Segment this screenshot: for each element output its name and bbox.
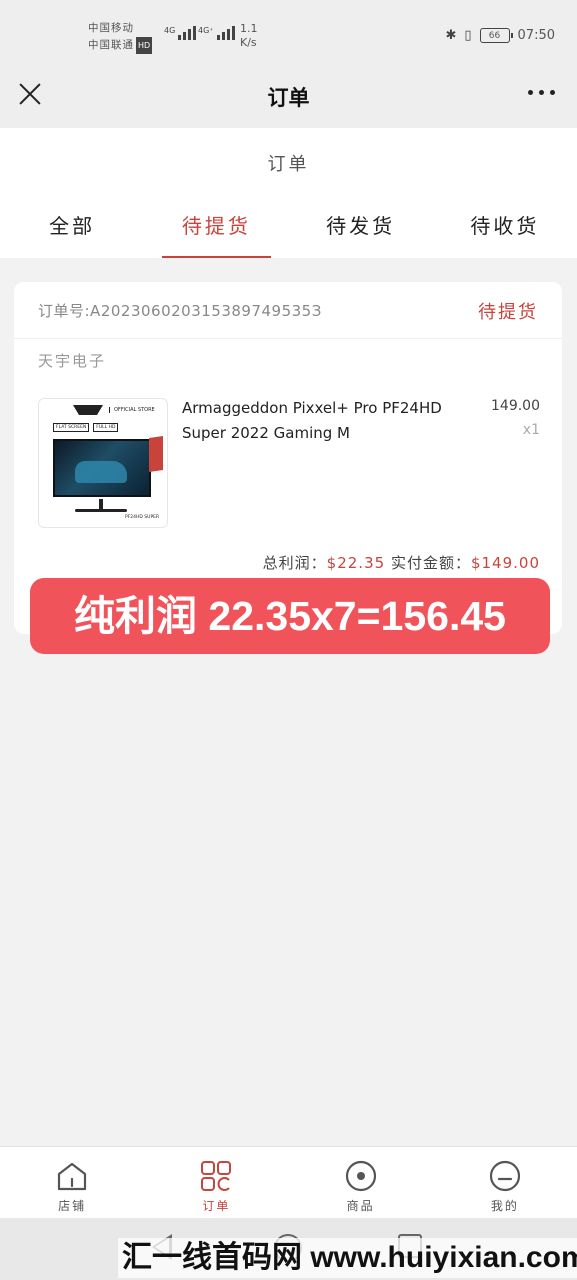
order-summary: 总利润：$22.35 实付金额：$149.00 xyxy=(263,552,540,573)
signal-icon: 4G⁺ xyxy=(198,26,235,40)
clock: 07:50 xyxy=(517,28,555,43)
armaggeddon-logo-icon xyxy=(73,405,103,415)
nav-title: 订单 xyxy=(267,86,310,110)
speed-value: 1.1 xyxy=(240,22,258,35)
more-options-icon[interactable] xyxy=(528,90,555,95)
image-badge-flat: FLAT SCREEN xyxy=(53,423,90,432)
watermark: 汇一线首码网 www.huiyixian.com xyxy=(118,1238,577,1278)
network-speed: 1.1 K/s xyxy=(240,22,258,50)
vibrate-icon: ▯ xyxy=(464,28,472,43)
monitor-stand xyxy=(99,499,103,509)
promo-ribbon xyxy=(149,436,163,472)
status-right: ✱ ▯ 66 07:50 xyxy=(445,28,555,43)
brand-logo: OFFICIAL STORE xyxy=(73,405,155,415)
hd-badge: HD xyxy=(136,37,153,54)
page-header: 订单 全部 待提货 待发货 待收货 xyxy=(0,128,577,258)
order-number: 订单号:A202306020315389749535З xyxy=(38,302,322,320)
signal-icon: 4G xyxy=(164,26,197,40)
image-badge-fullhd: FULL HD xyxy=(93,423,119,432)
tab-all[interactable]: 全部 xyxy=(0,198,144,258)
status-bar: 中国移动 中国联通 HD 4G 4G⁺ 1.1 K/s ✱ ▯ 66 07:50 xyxy=(0,0,577,66)
tab-awaiting-shipment[interactable]: 待发货 xyxy=(289,198,433,258)
tab-awaiting-pickup[interactable]: 待提货 xyxy=(144,198,288,258)
store-icon xyxy=(58,1162,87,1191)
product-circle-icon xyxy=(345,1160,376,1192)
profit-label: 总利润： xyxy=(262,554,327,572)
profile-face-icon xyxy=(489,1160,520,1192)
bottom-tab-label: 订单 xyxy=(202,1199,231,1213)
nav-bar: 订单 xyxy=(0,66,577,128)
image-badges: FLAT SCREEN FULL HD xyxy=(53,423,119,432)
product-image[interactable]: OFFICIAL STORE FLAT SCREEN FULL HD PF24H… xyxy=(38,398,168,528)
bottom-tab-bar: 店铺 订单 商品 我的 xyxy=(0,1146,577,1218)
paid-label: 实付金额： xyxy=(390,554,471,572)
carrier-2: 中国联通 xyxy=(88,39,134,51)
net-profit-banner: 纯利润 22.35x7=156.45 xyxy=(30,578,550,654)
bottom-tab-products[interactable]: 商品 xyxy=(289,1147,433,1218)
monitor-base xyxy=(75,509,127,512)
page-subtitle: 订单 xyxy=(267,154,310,175)
carrier-1: 中国移动 xyxy=(88,22,134,34)
order-tabs: 全部 待提货 待发货 待收货 xyxy=(0,198,577,258)
image-brand-text: OFFICIAL STORE xyxy=(109,407,155,413)
bottom-tab-orders[interactable]: 订单 xyxy=(144,1147,288,1218)
bottom-tab-label: 商品 xyxy=(346,1199,375,1213)
carrier-labels: 中国移动 中国联通 HD xyxy=(88,20,153,54)
order-grid-icon xyxy=(201,1161,232,1191)
car-graphic xyxy=(75,461,127,483)
product-quantity: x1 xyxy=(522,422,540,438)
bottom-tab-label: 我的 xyxy=(490,1199,519,1213)
paid-value: $149.00 xyxy=(470,554,540,572)
image-model-label: PF24HD SUPER xyxy=(125,515,160,520)
bottom-tab-store[interactable]: 店铺 xyxy=(0,1147,144,1218)
monitor-screen xyxy=(53,439,151,497)
battery-icon: 66 xyxy=(479,28,513,43)
bluetooth-icon: ✱ xyxy=(445,28,457,43)
bottom-tab-profile[interactable]: 我的 xyxy=(433,1147,577,1218)
tab-awaiting-receipt[interactable]: 待收货 xyxy=(433,198,577,258)
bottom-tab-label: 店铺 xyxy=(58,1199,87,1213)
speed-unit: K/s xyxy=(240,36,257,49)
store-name: 天宇电子 xyxy=(38,352,107,370)
product-price: 149.00 xyxy=(491,398,540,414)
signal-2-label: 4G⁺ xyxy=(198,26,214,35)
divider xyxy=(14,338,562,339)
product-name[interactable]: Armaggeddon Pixxel+ Pro PF24HD Super 202… xyxy=(182,396,472,446)
order-status-badge: 待提货 xyxy=(478,302,538,323)
signal-1-label: 4G xyxy=(164,26,176,35)
profit-value: $22.35 xyxy=(326,554,386,572)
